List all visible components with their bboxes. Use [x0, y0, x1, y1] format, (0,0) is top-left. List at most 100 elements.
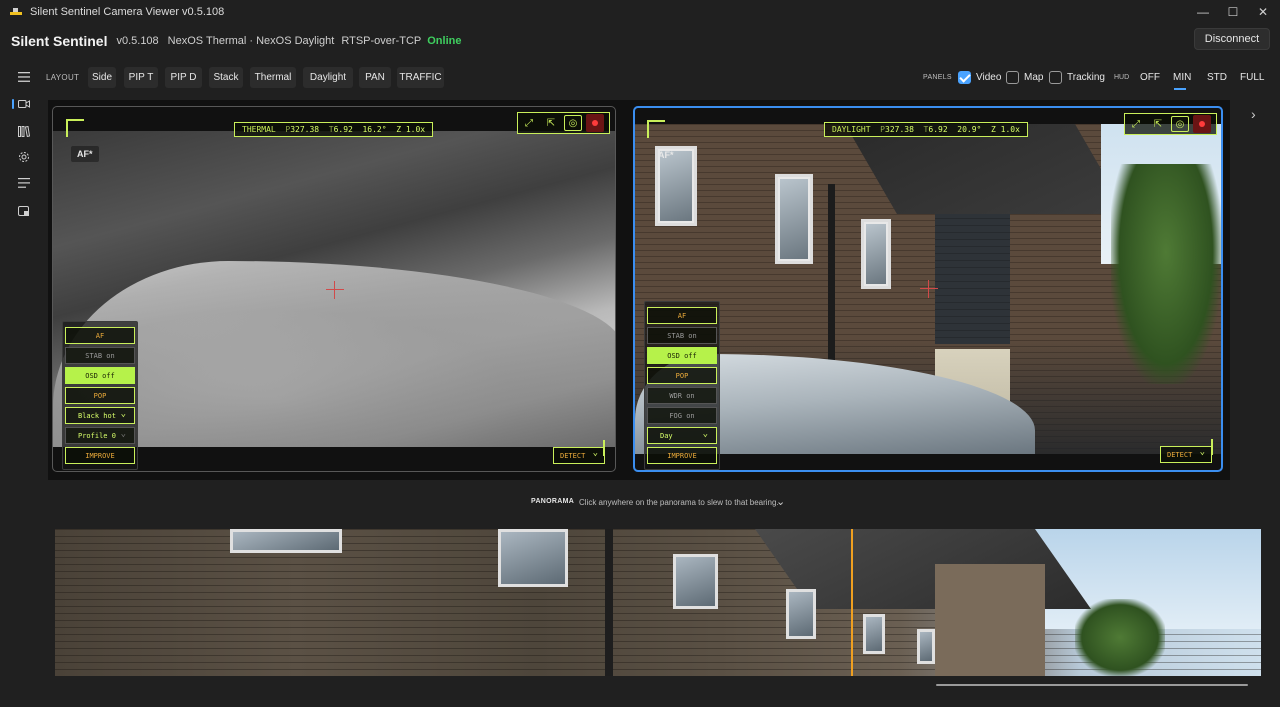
panorama-pipe [605, 529, 613, 676]
snapshot-camera-icon[interactable]: ◎ [1171, 116, 1189, 132]
layout-label: LAYOUT [46, 73, 80, 82]
layout-stack-button[interactable]: Stack [209, 67, 243, 88]
panorama-window [230, 529, 342, 553]
app-version: v0.5.108 [116, 35, 159, 47]
window-titlebar: Silent Sentinel Camera Viewer v0.5.108 [0, 0, 1280, 24]
panorama-window [786, 589, 816, 639]
app-header: Silent Sentinel v0.5.108 NexOS Thermal ·… [0, 24, 1280, 58]
map-panel-label: Map [1024, 72, 1044, 83]
expand-icon[interactable]: ⤢ [518, 113, 540, 133]
stream-protocol: RTSP-over-TCP [341, 35, 422, 47]
layout-thermal-button[interactable]: Thermal [250, 67, 296, 88]
panorama-window [673, 554, 718, 609]
daylight-wdr-button[interactable]: WDR on [647, 387, 717, 404]
daylight-stab-button[interactable]: STAB on [647, 327, 717, 344]
layout-pan-button[interactable]: PAN [359, 67, 391, 88]
daylight-fog-button[interactable]: FOG on [647, 407, 717, 424]
close-icon[interactable]: ✕ [1246, 0, 1280, 24]
nav-rail [0, 62, 46, 707]
hud-label: HUD [1114, 74, 1130, 81]
layout-traffic-button[interactable]: TRAFFIC [397, 67, 444, 88]
daylight-af-button[interactable]: AF [647, 307, 717, 324]
list-icon[interactable] [17, 176, 31, 190]
daylight-pop-button[interactable]: POP [647, 367, 717, 384]
thermal-profile-select[interactable]: Profile 0 [65, 427, 135, 444]
daylight-improve-button[interactable]: IMPROVE [647, 447, 717, 464]
chevron-right-icon[interactable]: › [1251, 106, 1263, 122]
thermal-osd-readout: THERMAL P 327.38 T 6.92 16.2° Z 1.0x [234, 122, 434, 137]
thermal-palette-select[interactable]: Black hot [65, 407, 135, 424]
thermal-stab-button[interactable]: STAB on [65, 347, 135, 364]
autofocus-tag: AF* [658, 150, 674, 160]
record-icon[interactable] [586, 114, 604, 132]
thermal-detect-select[interactable]: DETECT [553, 447, 605, 464]
hud-min-option[interactable]: MIN [1173, 72, 1191, 83]
video-camera-icon[interactable] [17, 97, 31, 111]
panorama-bearing-marker [851, 529, 853, 676]
rail-active-indicator [12, 99, 14, 109]
hud-off-option[interactable]: OFF [1140, 72, 1160, 83]
connection-status: Online [427, 35, 462, 47]
osd-zoom-value: 1.0x [405, 125, 426, 134]
hud-selected-indicator [1174, 88, 1186, 90]
frame-corner-bracket [647, 120, 665, 138]
hud-full-option[interactable]: FULL [1240, 72, 1264, 83]
building-window [861, 219, 891, 289]
thermal-osd-button[interactable]: OSD off [65, 367, 135, 384]
settings-gear-icon[interactable] [17, 150, 31, 164]
maximize-icon[interactable]: ☐ [1216, 0, 1250, 24]
video-panel-checkbox[interactable] [958, 71, 971, 84]
popout-icon[interactable]: ⇱ [1147, 114, 1169, 134]
snapshot-camera-icon[interactable]: ◎ [564, 115, 582, 131]
thermal-video-pane[interactable]: THERMAL P 327.38 T 6.92 16.2° Z 1.0x ⤢ ⇱… [52, 106, 616, 472]
panorama-header: PANORAMA Click anywhere on the panorama … [48, 492, 1258, 516]
osd-zoom-value: 1.0x [1000, 125, 1020, 134]
detect-marker [603, 440, 605, 456]
tracking-panel-checkbox[interactable] [1049, 71, 1062, 84]
osd-pan-value: 327.38 [885, 125, 914, 134]
thermal-pane-controls: ⤢ ⇱ ◎ [517, 112, 610, 134]
map-panel-checkbox[interactable] [1006, 71, 1019, 84]
osd-tilt-value: 6.92 [333, 125, 353, 134]
building-cladding [935, 214, 1010, 344]
building-window [775, 174, 813, 264]
osd-pan-value: 327.38 [290, 125, 320, 134]
record-icon[interactable] [1193, 115, 1211, 133]
disconnect-button[interactable]: Disconnect [1194, 28, 1270, 50]
panorama-window [498, 529, 568, 587]
thermal-af-button[interactable]: AF [65, 327, 135, 344]
layout-pip-t-button[interactable]: PIP T [124, 67, 158, 88]
tracking-panel-label: Tracking [1067, 72, 1105, 83]
app-logo-icon [10, 8, 22, 15]
daylight-detect-select[interactable]: DETECT [1160, 446, 1212, 463]
chevron-down-icon[interactable]: ⌄ [776, 495, 785, 508]
daylight-control-panel: AF STAB on OSD off POP WDR on FOG on Day… [644, 301, 720, 470]
crosshair-icon [326, 281, 344, 299]
panorama-strip[interactable] [55, 529, 1261, 676]
autofocus-tag: AF* [71, 146, 99, 162]
layout-pip-d-button[interactable]: PIP D [165, 67, 202, 88]
library-icon[interactable] [17, 124, 31, 138]
panorama-label: PANORAMA [531, 498, 575, 505]
thermal-pop-button[interactable]: POP [65, 387, 135, 404]
minimize-icon[interactable]: — [1186, 0, 1220, 24]
layout-side-button[interactable]: Side [88, 67, 116, 88]
popout-icon[interactable]: ⇱ [540, 113, 562, 133]
panorama-scrollbar[interactable] [936, 684, 1248, 686]
hud-std-option[interactable]: STD [1207, 72, 1227, 83]
device-names: NexOS Thermal · NexOS Daylight [167, 35, 335, 47]
daylight-mode-select[interactable]: Day [647, 427, 717, 444]
thermal-improve-button[interactable]: IMPROVE [65, 447, 135, 464]
device-icon[interactable] [17, 204, 31, 218]
menu-icon[interactable] [17, 70, 31, 84]
osd-camera-name: THERMAL [242, 125, 276, 134]
video-panel-label: Video [976, 72, 1002, 83]
brand-name: Silent Sentinel [11, 33, 108, 49]
panorama-window [863, 614, 885, 654]
daylight-video-pane[interactable]: DAYLIGHT P 327.38 T 6.92 20.9° Z 1.0x ⤢ … [633, 106, 1223, 472]
daylight-osd-button[interactable]: OSD off [647, 347, 717, 364]
thermal-control-panel: AF STAB on OSD off POP Black hot Profile… [62, 321, 138, 470]
expand-icon[interactable]: ⤢ [1125, 114, 1147, 134]
panorama-hint: Click anywhere on the panorama to slew t… [579, 498, 779, 507]
layout-daylight-button[interactable]: Daylight [303, 67, 353, 88]
